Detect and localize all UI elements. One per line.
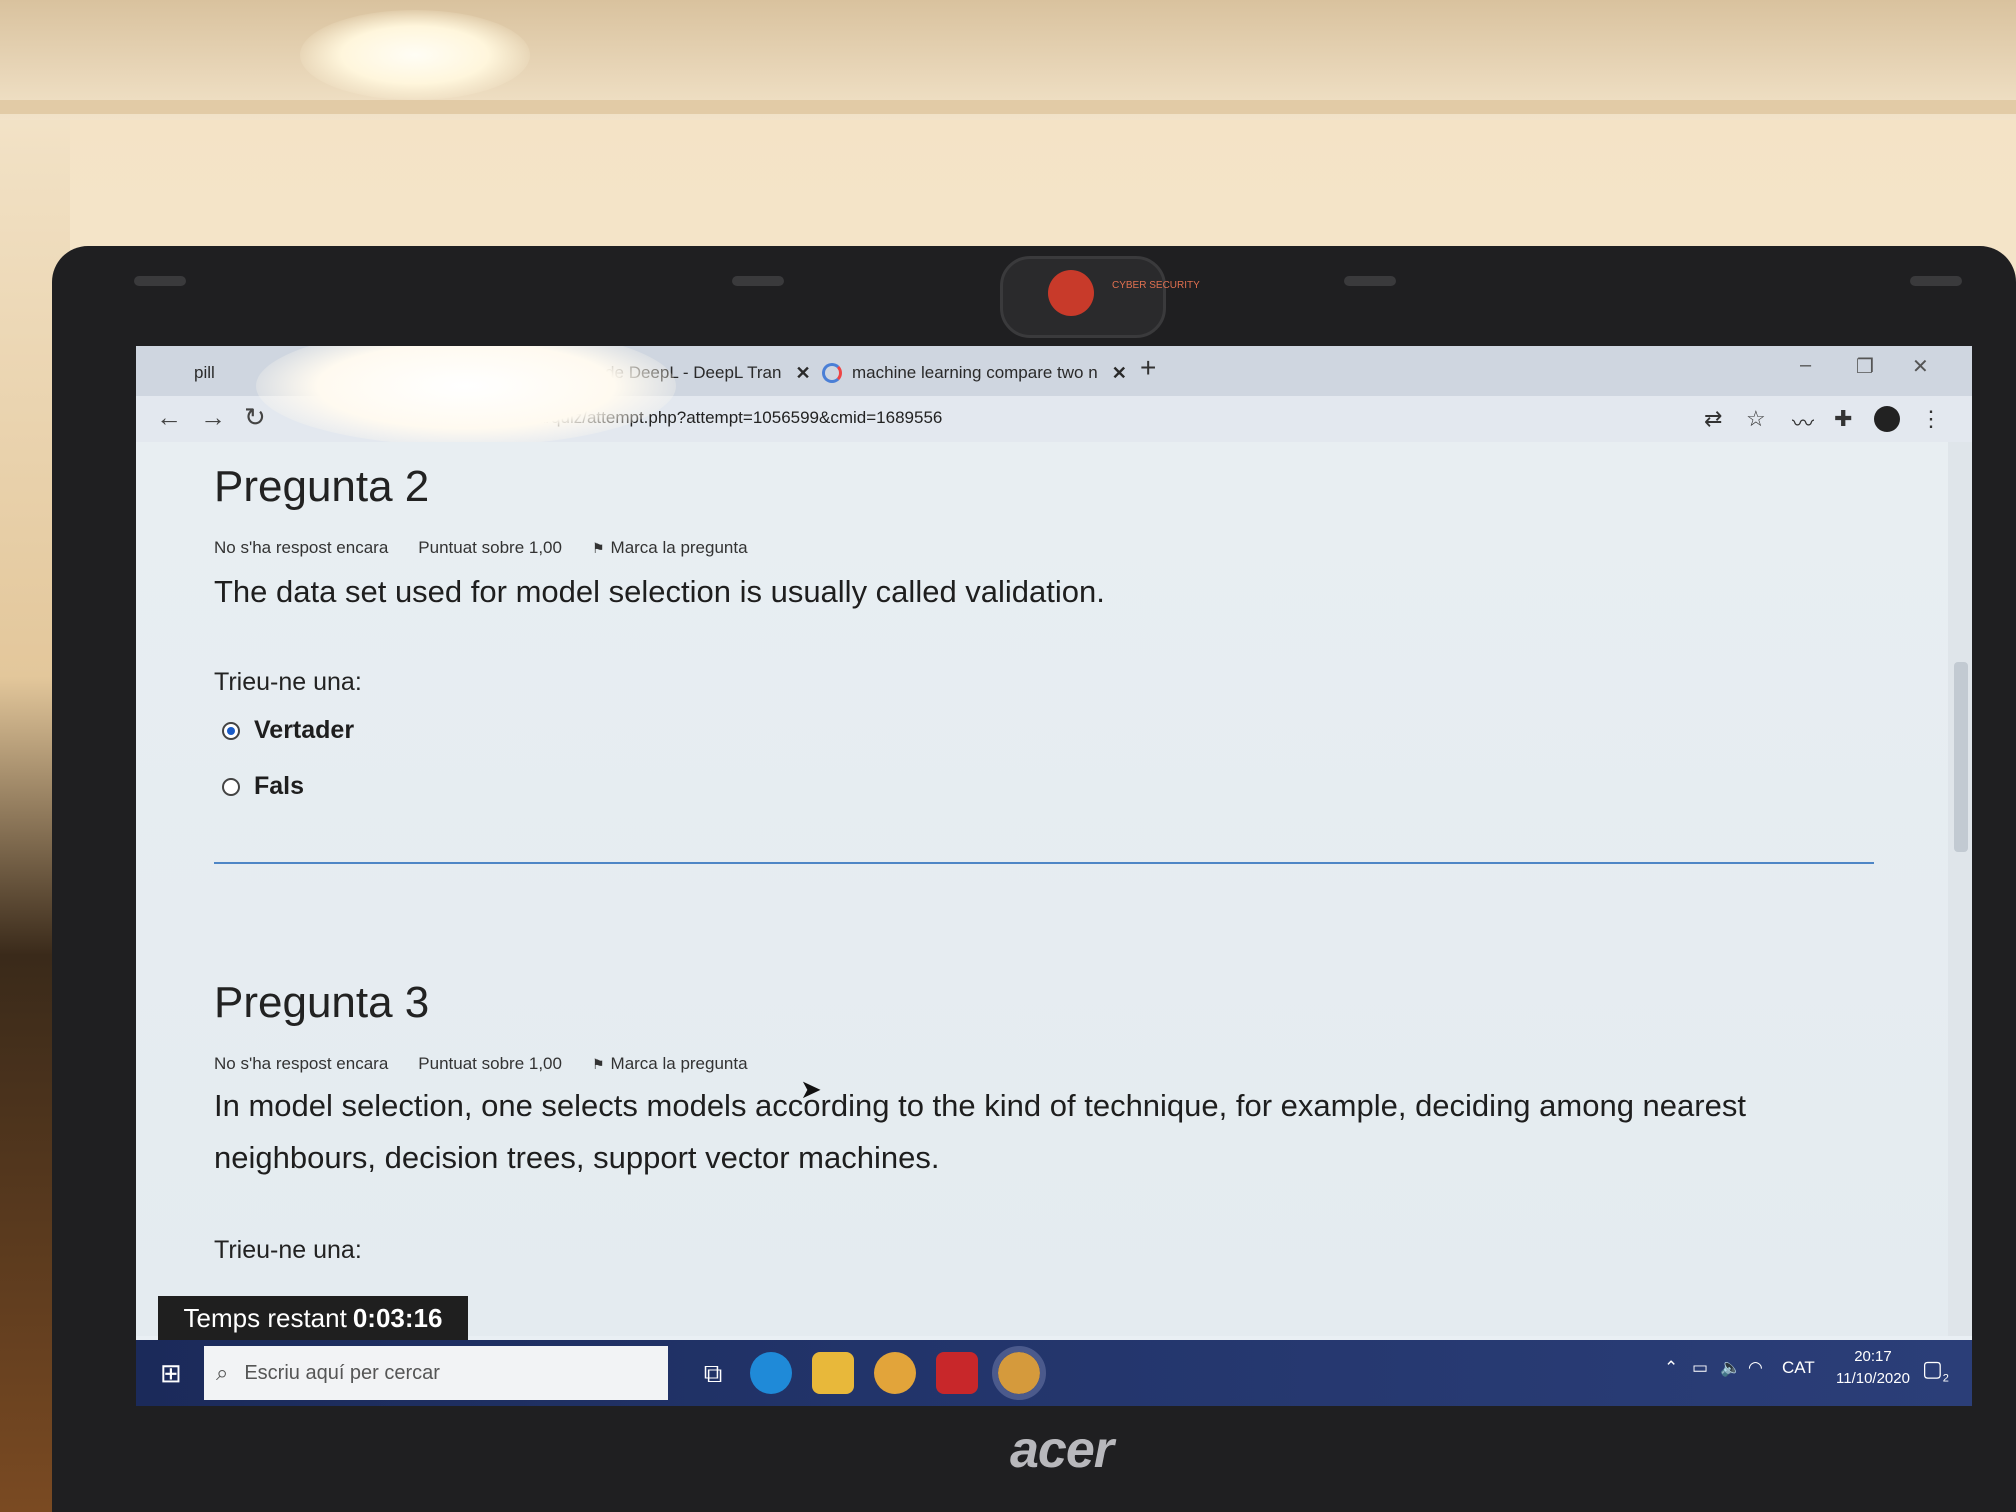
- timer-label: Temps restant: [183, 1302, 347, 1333]
- radio-button[interactable]: [222, 777, 240, 796]
- close-tab-icon[interactable]: ✕: [795, 363, 810, 384]
- forward-arrow-icon[interactable]: →: [200, 402, 226, 433]
- option-vertader[interactable]: Vertader: [222, 716, 354, 745]
- more-menu-icon[interactable]: ⋮: [1920, 406, 1942, 432]
- input-language[interactable]: CAT: [1782, 1358, 1815, 1378]
- windows-taskbar: ⊞ ⌕ Escriu aquí per cercar ⧉ ⌃ ▭ 🔈 ◠ CAT…: [136, 1340, 1972, 1406]
- flag-icon: ⚑: [591, 1056, 605, 1072]
- question-status: No s'ha respost encara: [214, 1054, 389, 1073]
- taskbar-search[interactable]: ⌕ Escriu aquí per cercar: [204, 1346, 668, 1400]
- radio-button-selected[interactable]: [222, 721, 240, 740]
- tab-label: machine learning compare two n: [852, 363, 1098, 382]
- sticker-text: CYBER SECURITY: [1112, 280, 1200, 291]
- extension-icon[interactable]: 〰: [1792, 406, 1814, 438]
- chrome-icon[interactable]: [874, 1352, 916, 1394]
- choose-one-label: Trieu-ne una:: [214, 1236, 362, 1264]
- option-label: Vertader: [254, 716, 355, 744]
- screen: pill ctor de DeepL - DeepL Tran ✕ machin…: [136, 346, 1972, 1406]
- profile-avatar[interactable]: [1874, 406, 1900, 432]
- task-view-icon[interactable]: ⧉: [692, 1352, 734, 1394]
- file-explorer-icon[interactable]: [812, 1352, 854, 1394]
- volume-icon[interactable]: 🔈: [1720, 1358, 1741, 1378]
- choose-one-label: Trieu-ne una:: [214, 668, 362, 696]
- clock-date: 11/10/2020: [1836, 1370, 1910, 1387]
- new-tab-button[interactable]: +: [1140, 352, 1156, 384]
- laptop-brand-logo: acer: [1010, 1421, 1114, 1479]
- acrobat-reader-icon[interactable]: [936, 1352, 978, 1394]
- bezel-bumper: [732, 276, 784, 286]
- sticker-logo-icon: [1048, 270, 1094, 316]
- tab-google-search[interactable]: machine learning compare two n ✕: [822, 352, 1127, 394]
- windows-start-icon[interactable]: ⊞: [160, 1358, 182, 1389]
- translate-icon[interactable]: ⇄: [1704, 406, 1722, 432]
- question-3-info: No s'ha respost encara Puntuat sobre 1,0…: [214, 1054, 748, 1074]
- close-tab-icon[interactable]: ✕: [1112, 363, 1127, 384]
- question-score: Puntuat sobre 1,00: [418, 538, 562, 557]
- bookmark-star-icon[interactable]: ☆: [1746, 406, 1766, 432]
- system-clock[interactable]: 20:17 11/10/2020: [1836, 1346, 1910, 1390]
- battery-icon[interactable]: ▭: [1692, 1358, 1708, 1378]
- shelf-edge: [0, 100, 2016, 114]
- back-arrow-icon[interactable]: ←: [156, 402, 182, 433]
- flag-question-link[interactable]: ⚑ Marca la pregunta: [592, 1054, 748, 1074]
- search-icon: ⌕: [216, 1360, 229, 1385]
- clock-time: 20:17: [1854, 1348, 1892, 1365]
- flag-icon: ⚑: [591, 540, 605, 556]
- question-score: Puntuat sobre 1,00: [418, 1054, 562, 1073]
- tab-label: pill: [194, 363, 215, 382]
- wifi-icon[interactable]: ◠: [1748, 1358, 1763, 1378]
- question-status: No s'ha respost encara: [214, 538, 389, 557]
- puzzle-extensions-icon[interactable]: ✚: [1834, 406, 1852, 432]
- ceiling-light: [300, 10, 530, 100]
- question-2-text: The data set used for model selection is…: [214, 574, 1105, 609]
- bezel-bumper: [1344, 276, 1396, 286]
- chrome-active-icon[interactable]: [992, 1346, 1046, 1400]
- reload-icon[interactable]: ↻: [244, 402, 266, 433]
- time-remaining-badge: Temps restant 0:03:16: [158, 1296, 468, 1340]
- edge-browser-icon[interactable]: [750, 1352, 792, 1394]
- restore-button[interactable]: ❐: [1856, 354, 1874, 379]
- bezel-bumper: [1910, 276, 1962, 286]
- page-scrollbar[interactable]: [1948, 442, 1972, 1336]
- notification-center-icon[interactable]: ▢2: [1922, 1356, 1949, 1384]
- scrollbar-thumb[interactable]: [1954, 662, 1968, 852]
- question-3-text: In model selection, one selects models a…: [214, 1088, 1746, 1175]
- close-window-button[interactable]: ✕: [1912, 354, 1929, 379]
- timer-value: 0:03:16: [352, 1302, 443, 1333]
- google-icon: [822, 363, 842, 383]
- option-fals[interactable]: Fals: [222, 772, 304, 801]
- question-2-title: Pregunta 2: [214, 462, 430, 511]
- tab-pill[interactable]: pill: [164, 352, 215, 394]
- option-label: Fals: [254, 772, 305, 800]
- minimize-button[interactable]: –: [1800, 354, 1811, 377]
- question-3-title: Pregunta 3: [214, 978, 430, 1027]
- quiz-page: Pregunta 2 No s'ha respost encara Puntua…: [136, 442, 1948, 1336]
- tray-chevron-icon[interactable]: ⌃: [1664, 1358, 1678, 1378]
- search-placeholder: Escriu aquí per cercar: [244, 1361, 440, 1384]
- question-2-info: No s'ha respost encara Puntuat sobre 1,0…: [214, 538, 748, 558]
- flag-question-link[interactable]: ⚑ Marca la pregunta: [592, 538, 748, 558]
- question-separator: [214, 862, 1874, 864]
- bezel-bumper: [134, 276, 186, 286]
